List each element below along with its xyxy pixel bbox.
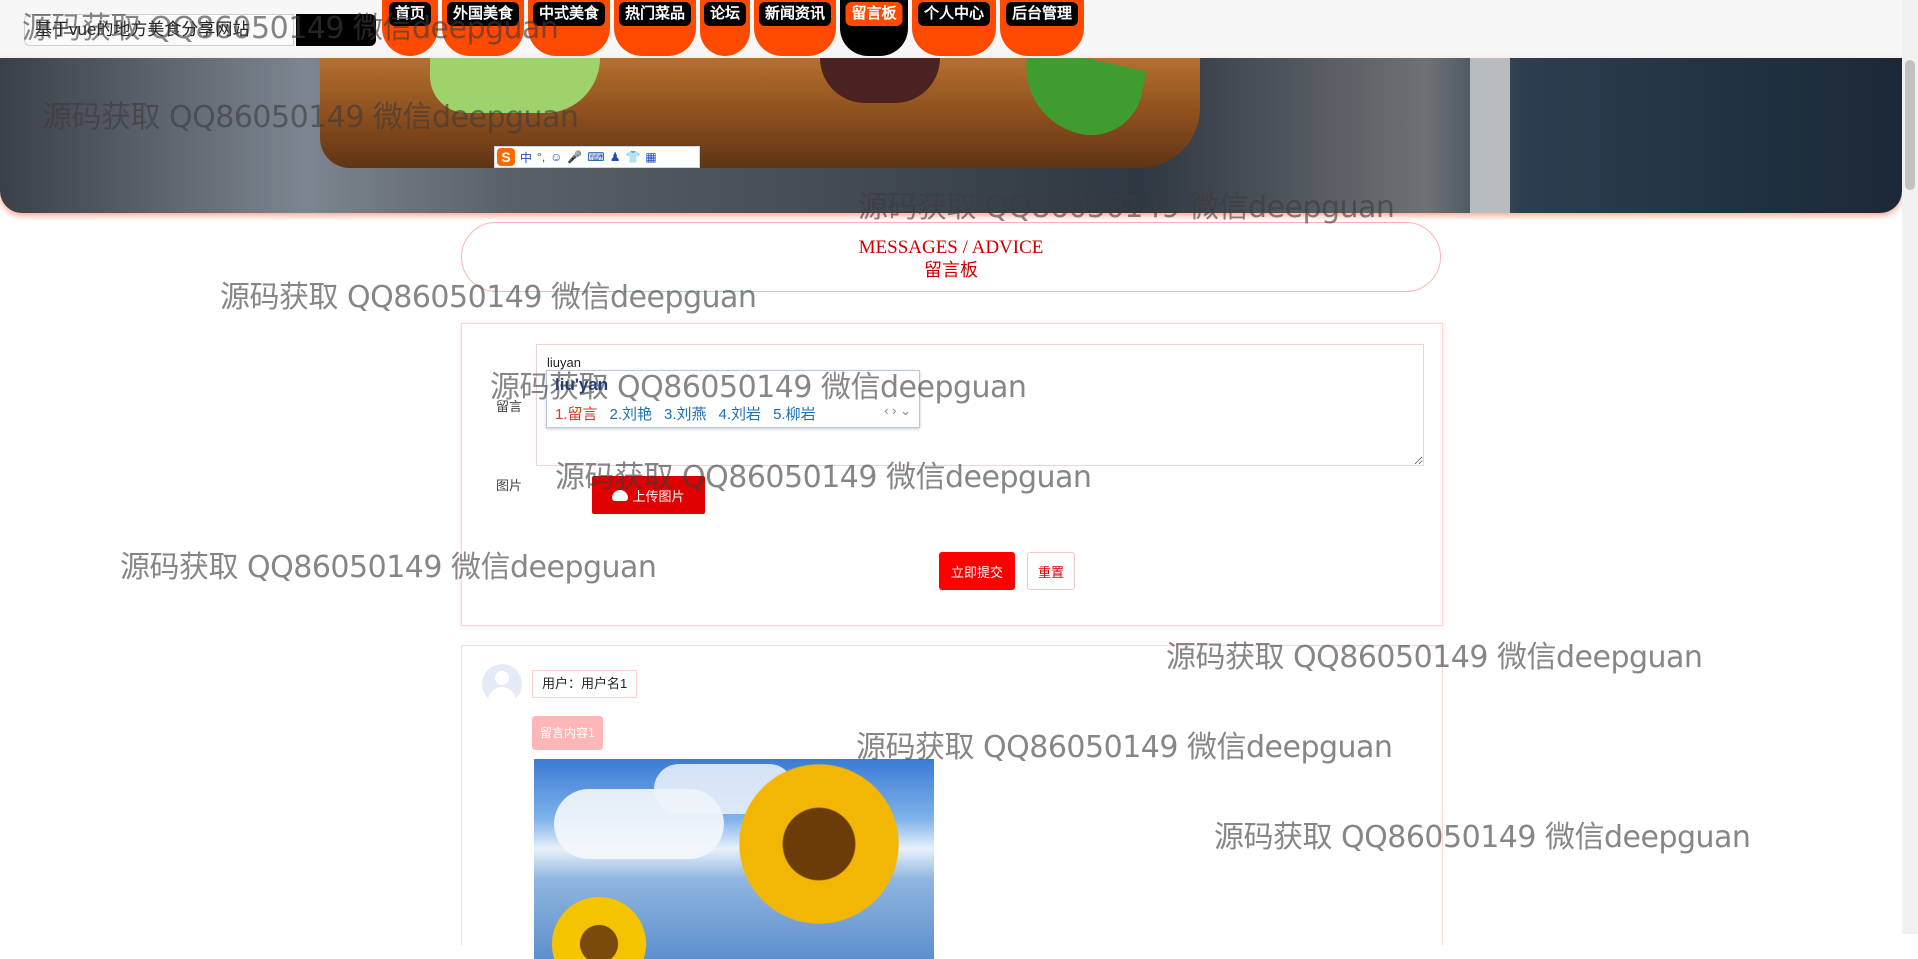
ime-candidate[interactable]: 2.刘艳: [610, 403, 653, 424]
avatar: [482, 664, 522, 704]
message-list: 用户：用户名1 留言内容1: [461, 645, 1443, 959]
avatar-body: [488, 687, 516, 704]
ime-mode-item[interactable]: 中: [520, 149, 532, 166]
nav-item-label: 热门菜品: [618, 2, 692, 26]
submit-button[interactable]: 立即提交: [939, 552, 1015, 590]
nav-item[interactable]: 后台管理: [1000, 0, 1084, 56]
heading-english: MESSAGES / ADVICE: [858, 237, 1044, 258]
ime-candidate[interactable]: 4.刘岩: [719, 403, 762, 424]
nav-item-label: 新闻资讯: [758, 2, 832, 26]
nav-item[interactable]: 新闻资讯: [754, 0, 836, 56]
message-label: 留言: [496, 399, 523, 414]
ime-toolbar: S 中 °, ☺ 🎤 ⌨ ♟ 👕 ▦: [494, 146, 700, 168]
title-search-button[interactable]: [296, 14, 376, 46]
skin-icon[interactable]: 👕: [625, 150, 640, 164]
ime-page-arrows-icon[interactable]: ‹ › ⌄: [884, 403, 911, 419]
upload-image-button[interactable]: 上传图片: [592, 476, 705, 514]
banner-knife: [1470, 58, 1510, 213]
grid-icon[interactable]: ▦: [645, 150, 656, 164]
ime-candidate-window: liu'yan 1.留言 2.刘艳 3.刘燕 4.刘岩 5.柳岩 ‹ › ⌄: [546, 370, 920, 428]
nav-item-label: 个人中心: [917, 2, 991, 26]
microphone-icon[interactable]: 🎤: [567, 150, 582, 164]
hero-banner: [0, 58, 1902, 213]
sogou-logo-icon[interactable]: S: [497, 148, 515, 166]
nav-item[interactable]: 首页: [382, 0, 438, 56]
ime-candidate[interactable]: 5.柳岩: [773, 403, 816, 424]
photo-sunflower: [544, 889, 654, 959]
image-label: 图片: [496, 478, 523, 493]
ime-candidate[interactable]: 1.留言: [555, 403, 598, 424]
message-content: 留言内容1: [532, 716, 603, 750]
nav-item-label: 留言板: [845, 2, 903, 26]
cloud-upload-icon: [612, 489, 629, 501]
nav-item-label: 后台管理: [1005, 2, 1079, 26]
ime-pinyin: liu'yan: [555, 375, 609, 394]
upload-button-label: 上传图片: [632, 488, 685, 504]
user-icon[interactable]: ♟: [610, 150, 621, 164]
nav-item[interactable]: 外国美食: [442, 0, 524, 56]
nav-item-label: 首页: [388, 2, 432, 26]
top-bar: 基于vue的地方美食分享网站 首页 外国美食 中式美食 热门菜品 论坛 新闻资讯 留言板 个人…: [0, 0, 1918, 58]
scrollbar-thumb[interactable]: [1905, 60, 1915, 190]
ime-punct-item[interactable]: °,: [537, 150, 545, 164]
main-nav: 首页 外国美食 中式美食 热门菜品 论坛 新闻资讯 留言板 个人中心 后台管理: [382, 0, 1084, 58]
heading-chinese: 留言板: [924, 260, 978, 280]
nav-item[interactable]: 热门菜品: [614, 0, 696, 56]
reset-button[interactable]: 重置: [1027, 552, 1075, 590]
nav-item[interactable]: 留言板: [840, 0, 908, 56]
nav-item-label: 中式美食: [532, 2, 606, 26]
avatar-head: [495, 671, 509, 685]
nav-item-label: 外国美食: [446, 2, 520, 26]
vertical-scrollbar[interactable]: [1902, 0, 1918, 934]
message-image: [534, 759, 934, 959]
ime-candidate-list: 1.留言 2.刘艳 3.刘燕 4.刘岩 5.柳岩: [555, 403, 816, 424]
photo-sunflower: [724, 759, 914, 929]
nav-item[interactable]: 个人中心: [912, 0, 996, 56]
keyboard-icon[interactable]: ⌨: [587, 150, 604, 164]
nav-item[interactable]: 论坛: [700, 0, 750, 56]
site-title: 基于vue的地方美食分享网站: [24, 14, 294, 46]
nav-item[interactable]: 中式美食: [528, 0, 610, 56]
message-form: 留言 liu'yan 1.留言 2.刘艳 3.刘燕 4.刘岩 5.柳岩 ‹ › …: [461, 323, 1443, 626]
nav-item-label: 论坛: [703, 2, 747, 26]
section-heading: MESSAGES / ADVICE 留言板: [461, 222, 1441, 292]
ime-candidate[interactable]: 3.刘燕: [664, 403, 707, 424]
emoji-icon[interactable]: ☺: [550, 150, 562, 164]
message-user: 用户：用户名1: [532, 670, 638, 698]
